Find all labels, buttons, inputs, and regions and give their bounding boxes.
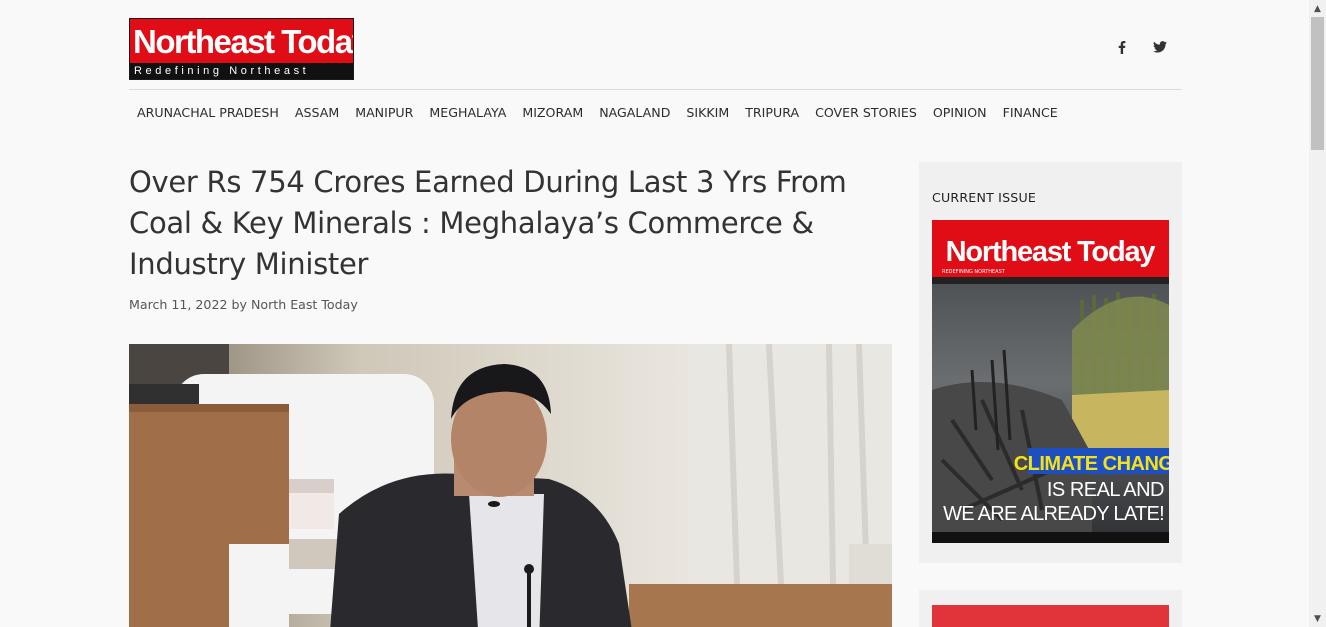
article-title: Over Rs 754 Crores Earned During Last 3 …	[129, 165, 847, 281]
sidebar-ad-banner[interactable]	[932, 605, 1169, 627]
page-scrollbar[interactable]: ▲ ▼	[1309, 0, 1326, 627]
social-links	[1114, 37, 1168, 57]
main-nav: ARUNACHAL PRADESH ASSAM MANIPUR MEGHALAY…	[129, 90, 1182, 135]
cover-headline-2: IS REAL AND	[1047, 479, 1164, 501]
nav-item-finance[interactable]: FINANCE	[1003, 105, 1058, 120]
nav-item-nagaland[interactable]: NAGALAND	[599, 105, 670, 120]
current-issue-widget: CURRENT ISSUE Northeast Today REDEFINING…	[919, 162, 1182, 563]
cover-headline-1: CLIMATE CHANGE	[1014, 453, 1169, 475]
scroll-down-arrow-icon[interactable]: ▼	[1309, 610, 1326, 627]
nav-item-tripura[interactable]: TRIPURA	[745, 105, 799, 120]
nav-item-manipur[interactable]: MANIPUR	[355, 105, 413, 120]
article-by: by	[231, 297, 247, 312]
cover-headline-3: WE ARE ALREADY LATE!	[943, 503, 1164, 525]
nav-item-mizoram[interactable]: MIZORAM	[522, 105, 583, 120]
nav-item-assam[interactable]: ASSAM	[295, 105, 339, 120]
facebook-icon[interactable]	[1114, 37, 1130, 57]
widget-title: CURRENT ISSUE	[932, 190, 1037, 205]
cover-masthead: Northeast Today	[946, 236, 1156, 268]
article-date: March 11, 2022	[129, 297, 228, 312]
page-container: Northeast Today Redefining Northeast ARU…	[129, 0, 1182, 627]
scrollbar-thumb[interactable]	[1311, 17, 1324, 150]
nav-item-meghalaya[interactable]: MEGHALAYA	[429, 105, 506, 120]
logo-title: Northeast Today	[133, 23, 354, 60]
article-featured-image	[129, 344, 892, 627]
nav-item-arunachal-pradesh[interactable]: ARUNACHAL PRADESH	[137, 105, 279, 120]
sidebar-ad-widget	[919, 590, 1182, 627]
logo-tagline: Redefining Northeast	[130, 63, 353, 79]
article-meta: March 11, 2022 by North East Today	[129, 297, 892, 312]
nav-item-opinion[interactable]: OPINION	[933, 105, 987, 120]
article: Over Rs 754 Crores Earned During Last 3 …	[129, 162, 892, 627]
twitter-icon[interactable]	[1152, 37, 1168, 57]
cover-masthead-tagline: REDEFINING NORTHEAST	[942, 269, 1006, 275]
site-logo[interactable]: Northeast Today Redefining Northeast	[129, 18, 354, 80]
nav-item-cover-stories[interactable]: COVER STORIES	[815, 105, 917, 120]
article-author-link[interactable]: North East Today	[251, 297, 358, 312]
nav-item-sikkim[interactable]: SIKKIM	[686, 105, 729, 120]
site-header: Northeast Today Redefining Northeast	[129, 0, 1182, 90]
scroll-up-arrow-icon[interactable]: ▲	[1309, 0, 1326, 17]
current-issue-cover[interactable]: Northeast Today REDEFINING NORTHEAST CLI…	[932, 220, 1169, 543]
